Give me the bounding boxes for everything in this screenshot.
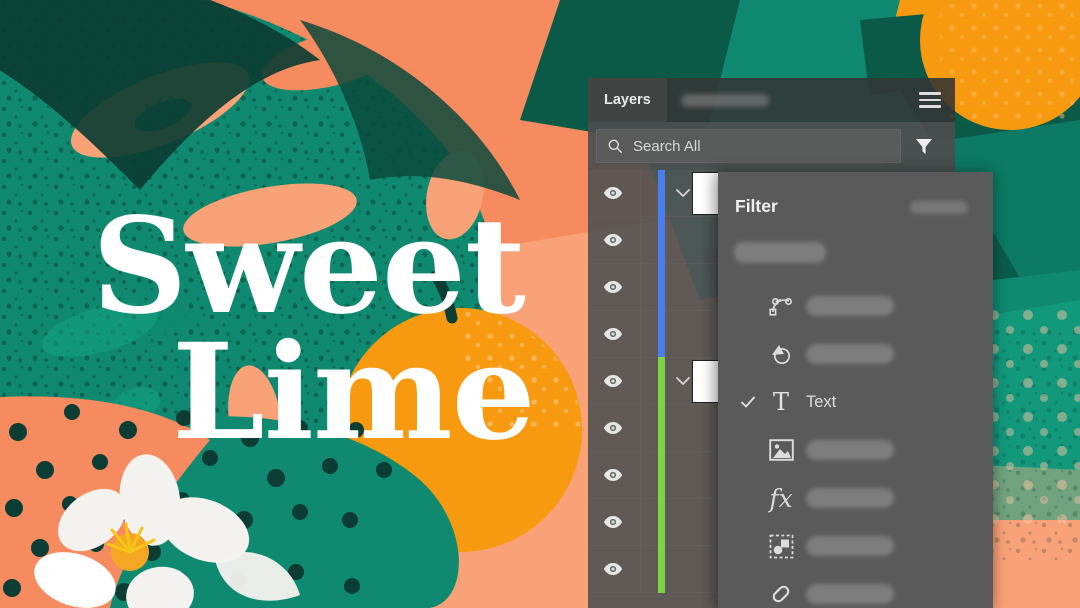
row-divider [713,264,714,310]
layer-visibility-toggle[interactable] [602,229,624,251]
chevron-down-icon [675,188,691,198]
filter-item-label: Text [806,393,836,412]
search-input-value: Search All [633,138,701,155]
layer-color-bar [658,216,665,264]
filter-menu-item[interactable] [718,570,993,608]
eye-icon [603,421,623,435]
layers-search-bar: Search All [588,122,955,170]
eye-icon [603,515,623,529]
smart-object-icon [768,533,794,559]
layer-color-bar [658,404,665,452]
layer-thumbnail[interactable] [692,172,719,215]
row-divider [713,311,714,357]
filter-header-badge-redacted[interactable] [910,201,968,214]
eye-icon [603,468,623,482]
row-divider [713,452,714,498]
row-divider [640,358,641,404]
filter-item-label-redacted [806,296,894,316]
eye-icon [603,233,623,247]
eye-icon [603,186,623,200]
link-glyph [768,583,794,605]
eye-icon [603,280,623,294]
search-icon [607,138,623,154]
image-glyph [769,439,794,461]
row-divider [640,264,641,310]
layer-color-bar [658,545,665,593]
layer-visibility-toggle[interactable] [602,276,624,298]
tab-layers-label: Layers [604,92,651,108]
chevron-down-icon [675,376,691,386]
layer-color-bar [658,451,665,499]
filter-menu-item[interactable] [718,330,993,378]
layer-color-bar [658,170,665,217]
row-divider [640,217,641,263]
layers-panel-header: Layers [588,78,955,122]
search-input[interactable]: Search All [596,129,901,163]
row-divider [640,311,641,357]
headline-line-2: Lime [172,332,535,453]
row-divider [640,499,641,545]
eye-icon [603,374,623,388]
tab-layers[interactable]: Layers [588,78,667,122]
filter-dropdown-panel: Filter T Text fx [718,172,993,608]
row-divider [713,499,714,545]
row-divider [640,546,641,592]
headline-line-1: Sweet [92,206,525,327]
layer-expand-toggle[interactable] [672,370,694,392]
layer-color-bar [658,310,665,358]
layer-visibility-toggle[interactable] [602,417,624,439]
row-divider [640,452,641,498]
layer-expand-toggle[interactable] [672,182,694,204]
layer-visibility-toggle[interactable] [602,464,624,486]
path-tool-icon [768,293,794,319]
funnel-icon[interactable] [901,129,947,163]
filter-panel-title: Filter [735,196,778,217]
link-icon [768,581,794,607]
effects-fx-glyph: fx [769,486,792,511]
shape-tool-icon [768,341,794,367]
filter-item-label-redacted [806,536,894,556]
path-tool-glyph [768,293,794,319]
filter-menu-item[interactable] [718,522,993,570]
eye-icon [603,327,623,341]
layer-visibility-toggle[interactable] [602,182,624,204]
funnel-glyph [913,135,935,157]
tab-secondary-redacted[interactable] [681,94,769,107]
filter-item-label-redacted [806,488,894,508]
filter-item-label-redacted [806,344,894,364]
smart-object-glyph [769,534,794,559]
layer-visibility-toggle[interactable] [602,370,624,392]
layer-color-bar [658,357,665,405]
effects-fx-icon: fx [768,485,794,511]
shape-tool-glyph [768,341,794,367]
screenshot-stage: Sweet Lime Layers Search All [0,0,1080,608]
hamburger-menu-icon[interactable] [919,92,941,108]
image-icon [768,437,794,463]
type-tool-glyph: T [773,390,789,414]
filter-menu-item[interactable] [718,426,993,474]
filter-menu-item[interactable]: T Text [718,378,993,426]
type-tool-icon: T [768,389,794,415]
layer-color-bar [658,498,665,546]
filter-first-option-redacted[interactable] [734,242,826,263]
layer-visibility-toggle[interactable] [602,323,624,345]
row-divider [713,405,714,451]
layer-color-bar [658,263,665,311]
layer-visibility-toggle[interactable] [602,511,624,533]
row-divider [640,405,641,451]
row-divider [713,546,714,592]
row-divider [640,170,641,216]
check-icon [740,394,756,410]
layer-visibility-toggle[interactable] [602,558,624,580]
filter-item-label-redacted [806,584,894,604]
filter-menu-item[interactable]: fx [718,474,993,522]
eye-icon [603,562,623,576]
layer-thumbnail[interactable] [692,360,719,403]
row-divider [713,217,714,263]
filter-menu-item[interactable] [718,282,993,330]
filter-item-label-redacted [806,440,894,460]
